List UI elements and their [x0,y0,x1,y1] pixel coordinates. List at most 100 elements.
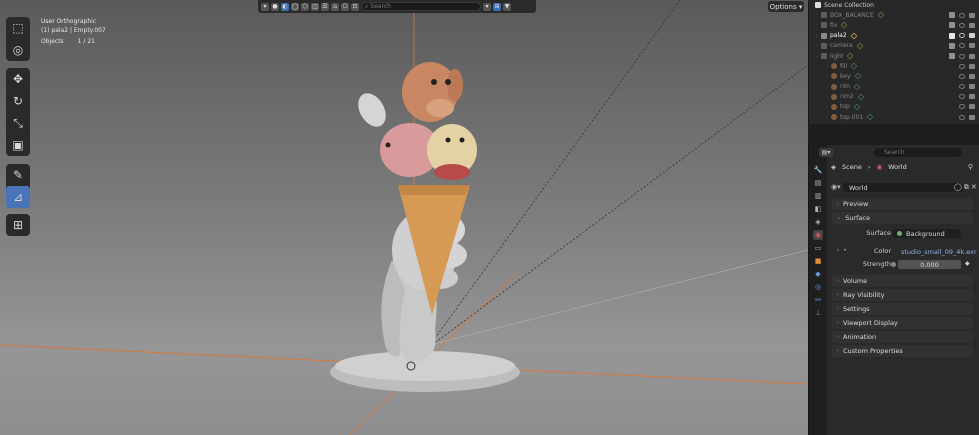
eye-icon[interactable] [959,43,965,49]
eye-icon[interactable] [959,22,965,28]
camera-icon[interactable] [969,33,975,39]
eye-icon[interactable] [959,104,965,110]
world-tab-icon[interactable]: ◉ [813,230,823,240]
outliner-item[interactable]: › BOX_BALANCE [809,10,979,20]
viewport-search-input[interactable]: ⌕ Search [361,2,481,11]
outliner-item[interactable]: › rim2 [809,92,979,102]
scene-tab-icon[interactable]: ◈ [813,217,823,227]
expand-arrow-icon[interactable]: › [813,12,821,18]
material-preview-icon[interactable]: ● [271,2,279,11]
camera-icon[interactable] [969,22,975,28]
surface-shader-field[interactable]: Background [893,229,961,238]
exclude-checkbox[interactable] [949,42,955,49]
wireframe-view-icon[interactable]: ⬡ [301,2,309,11]
view-layer-tab-icon[interactable]: ◧ [813,204,823,214]
annotate-tool[interactable]: ✎ [6,164,30,186]
collection-tab-icon[interactable]: ▭ [813,243,823,253]
section-custom-properties[interactable]: › Custom Properties [832,345,973,357]
breadcrumb-scene[interactable]: Scene [842,163,862,171]
eye-icon[interactable] [959,94,965,100]
object-tab-icon[interactable]: ■ [813,256,823,266]
outliner-item[interactable]: › pala2 [809,31,979,41]
section-surface[interactable]: ⌄ Surface [832,212,973,224]
camera-icon[interactable] [969,94,975,100]
expand-arrow-icon[interactable]: › [823,73,831,79]
outliner-item[interactable]: ⌄ light [809,51,979,61]
collection-icon[interactable]: ▾ [483,2,491,11]
expand-arrow-icon[interactable]: › [813,33,821,39]
display-filter-icon[interactable]: ⊞ [493,2,501,11]
camera-icon[interactable] [969,43,975,49]
constraints-tab-icon[interactable]: ⚯ [813,295,823,305]
outliner-root[interactable]: Scene Collection [809,0,979,10]
camera-icon[interactable] [969,84,975,90]
breadcrumb-world[interactable]: World [888,163,907,171]
tool-tab-icon[interactable]: 🔧 [813,165,823,175]
outliner-item[interactable]: › camera [809,41,979,51]
properties-search-input[interactable]: Search [874,148,962,157]
filter-icon[interactable]: ▼ [503,2,511,11]
camera-icon[interactable] [969,53,975,59]
camera-view-icon[interactable]: ⌂ [331,2,339,11]
camera-icon[interactable] [969,63,975,69]
physics-tab-icon[interactable]: ◎ [813,282,823,292]
expand-arrow-icon[interactable]: › [823,63,831,69]
rendered-view-icon[interactable]: ◐ [281,2,289,11]
snap-icon[interactable]: ⊡ [351,2,359,11]
editor-type-icon[interactable]: ▤▾ [819,148,833,157]
eye-icon[interactable] [959,84,965,90]
eye-icon[interactable] [959,114,965,120]
measure-tool[interactable]: ⊿ [6,186,30,208]
render-tab-icon[interactable]: ▤ [813,178,823,188]
expand-arrow-icon[interactable]: › [823,114,831,120]
section-settings[interactable]: › Settings [832,303,973,315]
add-cube-tool[interactable]: ⊞ [6,214,30,236]
section-viewport-display[interactable]: › Viewport Display [832,317,973,329]
outliner-item[interactable]: › top [809,102,979,112]
world-browse-icon[interactable]: ◉▾ [831,183,841,191]
modifier-tab-icon[interactable]: ◆ [813,269,823,279]
outliner-item[interactable]: › key [809,71,979,81]
scale-tool[interactable]: ⤡ [6,112,30,134]
outliner-item[interactable]: › top.001 [809,112,979,122]
eye-icon[interactable] [959,73,965,79]
exclude-checkbox[interactable] [949,53,955,60]
outliner-item[interactable]: › fix [809,20,979,30]
duplicate-icon[interactable]: ⧉ [964,183,969,192]
rotate-tool[interactable]: ↻ [6,90,30,112]
camera-icon[interactable] [969,12,975,18]
eye-icon[interactable] [959,63,965,69]
view-mode-icon[interactable]: ▾ [261,2,269,11]
strength-field[interactable]: 0.000 [898,260,961,269]
expand-arrow-icon[interactable]: › [823,104,831,110]
outliner-item[interactable]: › rim [809,82,979,92]
expand-arrow-icon[interactable]: › [823,94,831,100]
overlay-icon[interactable]: ◫ [311,2,319,11]
camera-icon[interactable] [969,104,975,110]
select-box-tool[interactable]: ⬚ [6,17,30,39]
expand-arrow-icon[interactable]: › [813,22,821,28]
fake-user-icon[interactable]: ◯ [954,183,962,192]
lock-view-icon[interactable]: ⎔ [341,2,349,11]
pin-icon[interactable]: ⚲ [968,163,973,171]
expand-arrow-icon[interactable]: ⌄ [813,53,821,59]
expand-arrow-icon[interactable]: › [813,43,821,49]
color-texture-field[interactable]: studio_small_09_4k.exr [893,247,977,256]
eye-icon[interactable] [959,12,965,18]
camera-icon[interactable] [969,73,975,79]
exclude-checkbox[interactable] [949,22,955,29]
3d-viewport[interactable]: ▾ ● ◐ ◯ ⬡ ◫ ☰ ⌂ ⎔ ⊡ ⌕ Search ▾ ⊞ ▼ Optio… [0,0,808,435]
data-tab-icon[interactable]: ⊥ [813,308,823,318]
close-icon[interactable]: ✕ [971,183,977,192]
keyframe-icon[interactable]: ◆ [965,260,970,267]
section-preview[interactable]: › Preview [832,198,973,210]
eye-icon[interactable] [959,33,965,39]
exclude-checkbox[interactable] [949,32,955,39]
expand-arrow-icon[interactable]: › [823,84,831,90]
gizmo-icon[interactable]: ☰ [321,2,329,11]
world-name-field[interactable]: World [843,183,963,192]
output-tab-icon[interactable]: ▥ [813,191,823,201]
eye-icon[interactable] [959,53,965,59]
section-volume[interactable]: › Volume [832,275,973,287]
section-animation[interactable]: › Animation [832,331,973,343]
